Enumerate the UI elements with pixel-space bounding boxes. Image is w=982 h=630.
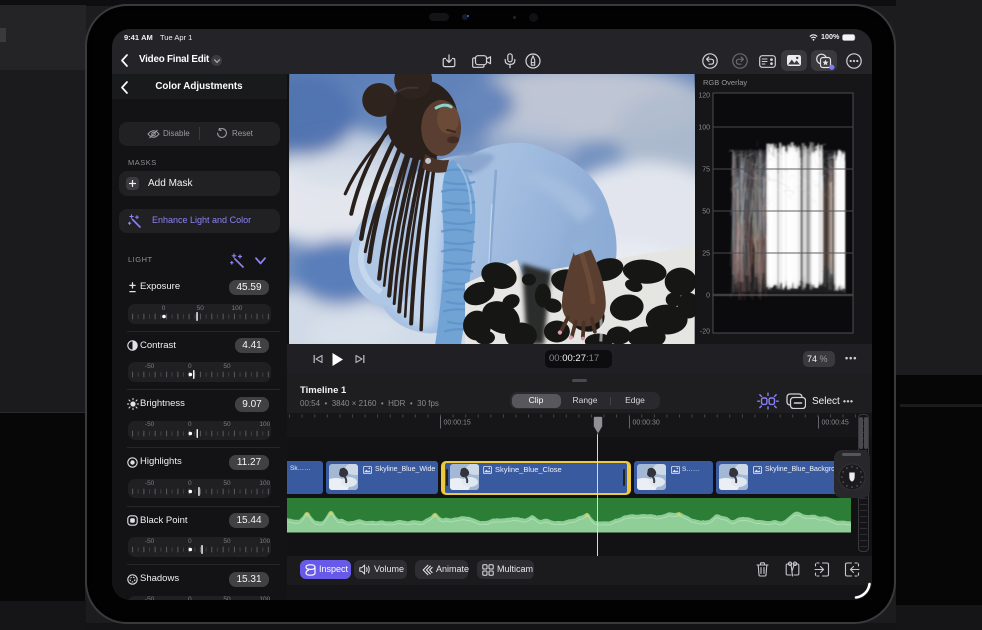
svg-text:00:00:45: 00:00:45 [822, 420, 849, 427]
svg-text:50: 50 [702, 209, 710, 216]
svg-text:-20: -20 [700, 329, 710, 336]
svg-text:00:00:30: 00:00:30 [633, 420, 660, 427]
svg-text:75: 75 [702, 167, 710, 174]
svg-text:00:00:15: 00:00:15 [444, 420, 471, 427]
svg-text:100: 100 [698, 125, 710, 132]
svg-text:25: 25 [702, 251, 710, 258]
svg-text:0: 0 [706, 293, 710, 300]
svg-text:120: 120 [698, 93, 710, 100]
